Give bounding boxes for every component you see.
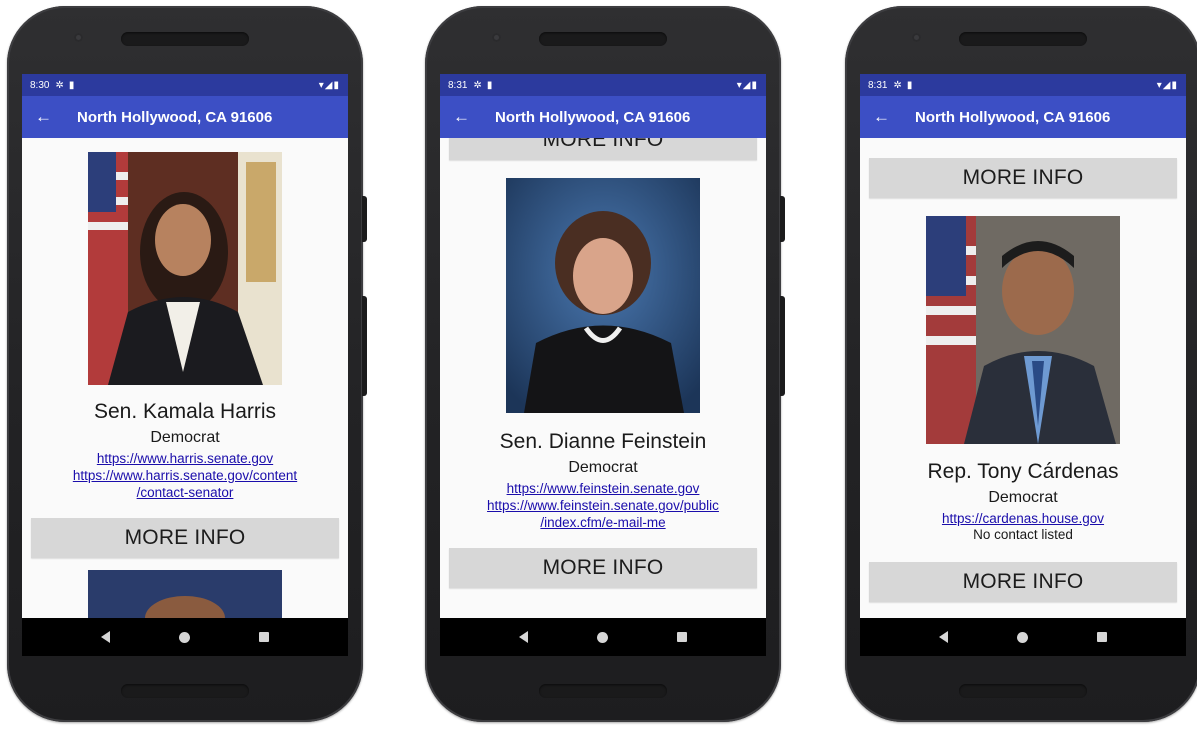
signal-icon: ▾◢▮: [736, 79, 758, 91]
phone-1: 8:30 ✲ ▮ ▾◢▮ ← North Hollywood, CA 91606: [7, 6, 367, 722]
sd-card-icon: ▮: [486, 79, 493, 91]
content-area[interactable]: MORE INFO: [440, 138, 766, 618]
front-camera: [492, 33, 501, 42]
rep-website-link[interactable]: https://www.feinstein.senate.gov: [440, 480, 766, 497]
nav-back-icon[interactable]: [100, 631, 110, 643]
power-button: [780, 196, 785, 242]
sd-card-icon: ▮: [906, 79, 913, 91]
volume-button: [780, 296, 785, 396]
rep-name: Sen. Kamala Harris: [93, 400, 277, 423]
rep-contact-link[interactable]: https://www.harris.senate.gov/content: [22, 467, 348, 484]
volume-button: [362, 296, 367, 396]
screen: 8:31 ✲ ▮ ▾◢▮ ← North Hollywood, CA 91606…: [860, 74, 1186, 656]
content-area[interactable]: MORE INFO: [860, 138, 1186, 618]
arrow-left-icon[interactable]: ←: [453, 107, 483, 127]
rep-name: Sen. Dianne Feinstein: [499, 430, 707, 453]
more-info-button-prev[interactable]: MORE INFO: [869, 158, 1177, 198]
earpiece-speaker: [959, 32, 1087, 46]
screen: 8:31 ✲ ▮ ▾◢▮ ← North Hollywood, CA 91606…: [440, 74, 766, 656]
front-camera: [74, 33, 83, 42]
arrow-left-icon[interactable]: ←: [35, 107, 65, 127]
nav-back-icon[interactable]: [938, 631, 948, 643]
status-time: 8:30: [30, 79, 50, 91]
phone-mockups: 8:30 ✲ ▮ ▾◢▮ ← North Hollywood, CA 91606: [0, 0, 1197, 729]
app-bar-title: North Hollywood, CA 91606: [915, 108, 1111, 126]
front-camera: [912, 33, 921, 42]
content-area[interactable]: Sen. Kamala Harris Democrat https://www.…: [22, 138, 348, 618]
signal-icon: ▾◢▮: [318, 79, 340, 91]
rep-name: Rep. Tony Cárdenas: [927, 460, 1119, 483]
nav-home-icon[interactable]: [178, 631, 190, 643]
app-bar: ← North Hollywood, CA 91606: [22, 96, 348, 138]
status-bar: 8:31 ✲ ▮ ▾◢▮: [440, 74, 766, 96]
rep-party: Democrat: [988, 489, 1058, 506]
rep-party: Democrat: [568, 459, 638, 476]
nav-recents-icon[interactable]: [259, 632, 270, 642]
rep-photo: [506, 178, 700, 413]
status-bar: 8:31 ✲ ▮ ▾◢▮: [860, 74, 1186, 96]
screen: 8:30 ✲ ▮ ▾◢▮ ← North Hollywood, CA 91606: [22, 74, 348, 656]
next-rep-photo: [88, 570, 282, 618]
rep-contact-link[interactable]: https://www.feinstein.senate.gov/public: [440, 497, 766, 514]
rep-website-link[interactable]: https://cardenas.house.gov: [860, 510, 1186, 527]
signal-icon: ▾◢▮: [1156, 79, 1178, 91]
status-time: 8:31: [868, 79, 888, 91]
more-info-button[interactable]: MORE INFO: [869, 562, 1177, 602]
system-nav-bar: [22, 618, 348, 656]
nav-recents-icon[interactable]: [677, 632, 688, 642]
earpiece-speaker: [121, 32, 249, 46]
nav-home-icon[interactable]: [1016, 631, 1028, 643]
power-button: [362, 196, 367, 242]
more-info-button[interactable]: MORE INFO: [449, 548, 757, 588]
rep-contact-link-cont[interactable]: /contact-senator: [22, 484, 348, 501]
settings-icon: ✲: [893, 79, 902, 91]
bottom-speaker: [539, 684, 667, 698]
phone-3: 8:31 ✲ ▮ ▾◢▮ ← North Hollywood, CA 91606…: [845, 6, 1197, 722]
bottom-speaker: [959, 684, 1087, 698]
app-bar: ← North Hollywood, CA 91606: [440, 96, 766, 138]
earpiece-speaker: [539, 32, 667, 46]
settings-icon: ✲: [473, 79, 482, 91]
app-bar: ← North Hollywood, CA 91606: [860, 96, 1186, 138]
app-bar-title: North Hollywood, CA 91606: [495, 108, 691, 126]
rep-contact-link-cont[interactable]: /index.cfm/e-mail-me: [440, 514, 766, 531]
rep-photo: [88, 152, 282, 385]
bottom-speaker: [121, 684, 249, 698]
rep-photo: [926, 216, 1120, 444]
sd-card-icon: ▮: [68, 79, 75, 91]
nav-recents-icon[interactable]: [1097, 632, 1108, 642]
system-nav-bar: [860, 618, 1186, 656]
system-nav-bar: [440, 618, 766, 656]
rep-party: Democrat: [150, 429, 220, 446]
nav-back-icon[interactable]: [518, 631, 528, 643]
settings-icon: ✲: [55, 79, 64, 91]
status-bar: 8:30 ✲ ▮ ▾◢▮: [22, 74, 348, 96]
rep-contact-note: No contact listed: [973, 527, 1073, 542]
more-info-button-prev[interactable]: MORE INFO: [449, 138, 757, 160]
nav-home-icon[interactable]: [596, 631, 608, 643]
more-info-button[interactable]: MORE INFO: [31, 518, 339, 558]
status-time: 8:31: [448, 79, 468, 91]
app-bar-title: North Hollywood, CA 91606: [77, 108, 273, 126]
phone-2: 8:31 ✲ ▮ ▾◢▮ ← North Hollywood, CA 91606…: [425, 6, 785, 722]
arrow-left-icon[interactable]: ←: [873, 107, 903, 127]
rep-website-link[interactable]: https://www.harris.senate.gov: [22, 450, 348, 467]
